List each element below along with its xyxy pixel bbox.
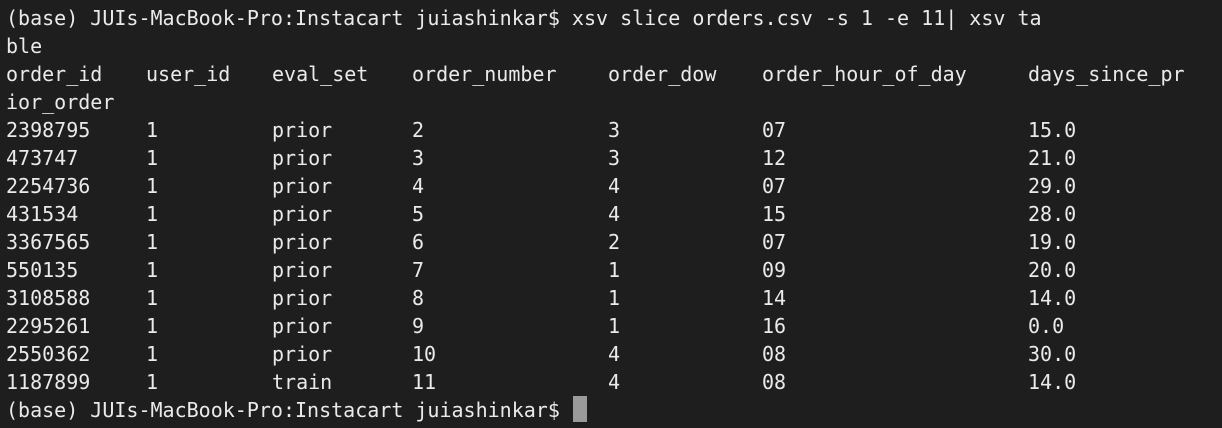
cell-order-number: 11	[412, 370, 437, 394]
cell-order-number: 7	[412, 258, 425, 282]
table-row: 1187899 1 train 11 4 08 14.0	[6, 368, 1222, 396]
cell-user-id: 1	[146, 202, 159, 226]
cell-eval-set: prior	[272, 118, 333, 142]
cell-order-hour-of-day: 12	[762, 146, 787, 170]
cell-order-id: 1187899	[6, 370, 91, 394]
cell-order-dow: 1	[608, 314, 621, 338]
cell-days-since-prior-order: 30.0	[1028, 342, 1077, 366]
cell-user-id: 1	[146, 258, 159, 282]
cell-order-dow: 4	[608, 174, 621, 198]
cell-order-number: 10	[412, 342, 437, 366]
cell-eval-set: prior	[272, 146, 333, 170]
cell-order-number: 5	[412, 202, 425, 226]
column-header-wrap: ior_order	[6, 90, 115, 114]
cell-order-number: 9	[412, 314, 425, 338]
table-row: 2254736 1 prior 4 4 07 29.0	[6, 172, 1222, 200]
cell-eval-set: train	[272, 370, 333, 394]
cell-days-since-prior-order: 19.0	[1028, 230, 1077, 254]
table-row: 2295261 1 prior 9 1 16 0.0	[6, 312, 1222, 340]
cell-days-since-prior-order: 14.0	[1028, 370, 1077, 394]
cell-order-dow: 1	[608, 258, 621, 282]
cell-order-hour-of-day: 07	[762, 174, 787, 198]
cell-order-hour-of-day: 09	[762, 258, 787, 282]
column-header-user-id: user_id	[146, 62, 231, 86]
cell-order-dow: 3	[608, 146, 621, 170]
table-row: 3108588 1 prior 8 1 14 14.0	[6, 284, 1222, 312]
cell-order-number: 6	[412, 230, 425, 254]
cell-order-id: 473747	[6, 146, 79, 170]
cell-order-id: 550135	[6, 258, 79, 282]
cell-order-dow: 4	[608, 342, 621, 366]
cell-days-since-prior-order: 29.0	[1028, 174, 1077, 198]
column-header-order-dow: order_dow	[608, 62, 717, 86]
cell-order-hour-of-day: 14	[762, 286, 787, 310]
cell-eval-set: prior	[272, 230, 333, 254]
cell-order-id: 2550362	[6, 342, 91, 366]
cell-days-since-prior-order: 15.0	[1028, 118, 1077, 142]
column-header-order-number: order_number	[412, 62, 557, 86]
cell-days-since-prior-order: 20.0	[1028, 258, 1077, 282]
cell-order-hour-of-day: 07	[762, 230, 787, 254]
command-line-wrap: ble	[6, 34, 43, 58]
cell-eval-set: prior	[272, 258, 333, 282]
table-header: order_id user_id eval_set order_number o…	[6, 60, 1222, 88]
cell-order-hour-of-day: 08	[762, 370, 787, 394]
cell-order-id: 2295261	[6, 314, 91, 338]
cell-user-id: 1	[146, 342, 159, 366]
cell-user-id: 1	[146, 286, 159, 310]
column-header-days-since-prior-order: days_since_pr	[1028, 62, 1185, 86]
cell-days-since-prior-order: 0.0	[1028, 314, 1065, 338]
cell-order-hour-of-day: 07	[762, 118, 787, 142]
cell-user-id: 1	[146, 230, 159, 254]
table-row: 3367565 1 prior 6 2 07 19.0	[6, 228, 1222, 256]
command-line: (base) JUIs-MacBook-Pro:Instacart juiash…	[6, 6, 1042, 30]
cell-eval-set: prior	[272, 202, 333, 226]
cell-days-since-prior-order: 14.0	[1028, 286, 1077, 310]
cell-eval-set: prior	[272, 314, 333, 338]
cell-order-dow: 4	[608, 202, 621, 226]
table-row: 473747 1 prior 3 3 12 21.0	[6, 144, 1222, 172]
cell-order-hour-of-day: 16	[762, 314, 787, 338]
cell-order-hour-of-day: 08	[762, 342, 787, 366]
table-row: 2550362 1 prior 10 4 08 30.0	[6, 340, 1222, 368]
cell-order-dow: 3	[608, 118, 621, 142]
text-cursor	[572, 396, 587, 422]
cell-order-dow: 4	[608, 370, 621, 394]
table-row: 2398795 1 prior 2 3 07 15.0	[6, 116, 1222, 144]
table-body: 2398795 1 prior 2 3 07 15.0 473747 1 prior 3 3 12 21.…	[6, 116, 1222, 396]
cell-order-id: 2254736	[6, 174, 91, 198]
cell-days-since-prior-order: 21.0	[1028, 146, 1077, 170]
cell-order-number: 8	[412, 286, 425, 310]
shell-prompt: (base) JUIs-MacBook-Pro:Instacart juiash…	[6, 398, 560, 422]
cell-order-number: 3	[412, 146, 425, 170]
cell-eval-set: prior	[272, 174, 333, 198]
cell-order-dow: 1	[608, 286, 621, 310]
terminal-window[interactable]: (base) JUIs-MacBook-Pro:Instacart juiash…	[0, 0, 1222, 428]
column-header-order-id: order_id	[6, 62, 103, 86]
cell-user-id: 1	[146, 174, 159, 198]
cell-order-number: 4	[412, 174, 425, 198]
cell-order-id: 3108588	[6, 286, 91, 310]
cell-days-since-prior-order: 28.0	[1028, 202, 1077, 226]
cell-user-id: 1	[146, 314, 159, 338]
cell-order-number: 2	[412, 118, 425, 142]
cell-order-hour-of-day: 15	[762, 202, 787, 226]
column-header-order-hour-of-day: order_hour_of_day	[762, 62, 967, 86]
table-row: 431534 1 prior 5 4 15 28.0	[6, 200, 1222, 228]
cell-user-id: 1	[146, 146, 159, 170]
prompt-line[interactable]: (base) JUIs-MacBook-Pro:Instacart juiash…	[6, 396, 1222, 424]
cell-eval-set: prior	[272, 286, 333, 310]
cell-order-dow: 2	[608, 230, 621, 254]
table-row: 550135 1 prior 7 1 09 20.0	[6, 256, 1222, 284]
cell-order-id: 431534	[6, 202, 79, 226]
cell-order-id: 3367565	[6, 230, 91, 254]
cell-user-id: 1	[146, 118, 159, 142]
cell-user-id: 1	[146, 370, 159, 394]
cell-order-id: 2398795	[6, 118, 91, 142]
cell-eval-set: prior	[272, 342, 333, 366]
column-header-eval-set: eval_set	[272, 62, 369, 86]
